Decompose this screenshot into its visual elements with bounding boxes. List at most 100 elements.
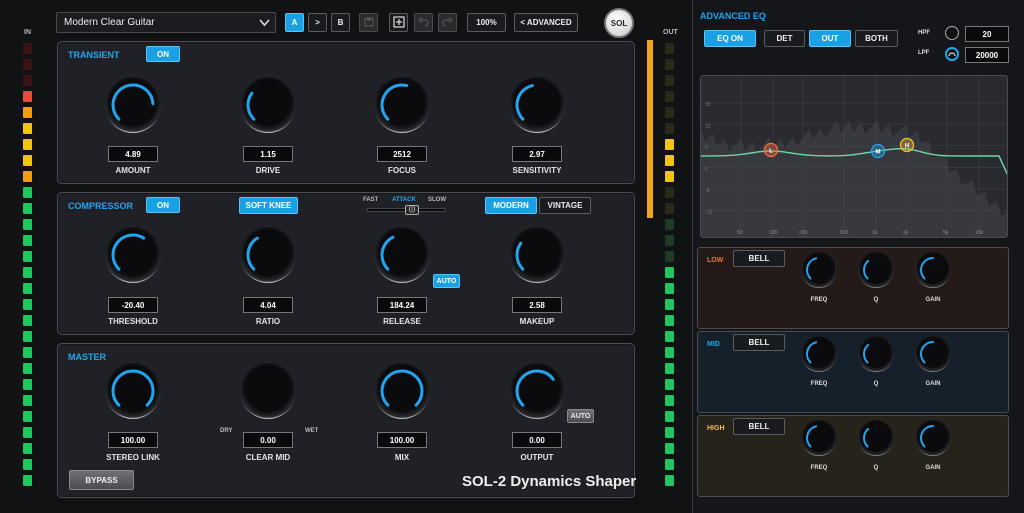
master-knob-stereo-link[interactable] xyxy=(105,363,161,419)
meter-segment xyxy=(23,107,32,118)
master-label-1: CLEAR MID xyxy=(245,453,291,462)
eq-band-type-button-1[interactable]: BELL xyxy=(733,334,785,351)
eq-band-low-knob-1[interactable] xyxy=(858,252,894,288)
eq-both-button[interactable]: BOTH xyxy=(855,30,898,47)
compressor-value-0[interactable]: -20.40 xyxy=(108,297,158,313)
compressor-value-3[interactable]: 2.58 xyxy=(512,297,562,313)
eq-band-low-label-0: FREQ xyxy=(810,297,828,303)
attack-slider-handle[interactable]: (|) xyxy=(405,205,419,215)
eq-band-low-knob-0[interactable] xyxy=(801,252,837,288)
eq-y-tick: 12 xyxy=(705,124,711,130)
transient-value-2[interactable]: 2512 xyxy=(377,146,427,162)
meter-segment xyxy=(23,59,32,70)
master-knob-mix[interactable] xyxy=(374,363,430,419)
transient-knob-focus[interactable] xyxy=(374,77,430,133)
compressor-knob-ratio[interactable] xyxy=(240,227,296,283)
meter-segment xyxy=(23,43,32,54)
meter-segment xyxy=(665,171,674,182)
hpf-value[interactable]: 20 xyxy=(965,26,1009,42)
eq-graph[interactable]: 18 12 6 0 -6 -12 50 100 200 500 1k 2k 5k 10k L M H xyxy=(700,75,1008,238)
transient-knob-amount[interactable] xyxy=(105,77,161,133)
compressor-knob-release[interactable] xyxy=(374,227,430,283)
chevron-down-icon xyxy=(259,18,270,30)
transient-on-button[interactable]: ON xyxy=(146,46,180,62)
vintage-mode-button[interactable]: VINTAGE xyxy=(539,197,591,214)
svg-text:H: H xyxy=(905,143,909,149)
eq-on-button[interactable]: EQ ON xyxy=(704,30,756,47)
preset-b-button[interactable]: B xyxy=(331,13,350,32)
transient-label-3: SENSITIVITY xyxy=(512,166,562,175)
meter-segment xyxy=(23,299,32,310)
soft-knee-button[interactable]: SOFT KNEE xyxy=(239,197,298,214)
meter-segment xyxy=(665,219,674,230)
lpf-toggle-icon[interactable] xyxy=(945,47,959,61)
master-value-3[interactable]: 0.00 xyxy=(512,432,562,448)
eq-band-high-knob-2[interactable] xyxy=(915,420,951,456)
master-title: MASTER xyxy=(68,352,106,362)
bypass-button[interactable]: BYPASS xyxy=(69,470,134,490)
eq-band-high-knob-0[interactable] xyxy=(801,420,837,456)
compressor-value-2[interactable]: 184.24 xyxy=(377,297,427,313)
compressor-value-1[interactable]: 4.04 xyxy=(243,297,293,313)
output-meter-label: OUT xyxy=(663,29,678,36)
eq-band-name-2: HIGH xyxy=(707,425,725,432)
master-value-2[interactable]: 100.00 xyxy=(377,432,427,448)
eq-band-high-knob-1[interactable] xyxy=(858,420,894,456)
wet-label: WET xyxy=(305,428,319,434)
sol-logo-button[interactable]: SOL xyxy=(604,8,634,38)
eq-band-low-label-1: Q xyxy=(873,297,879,303)
compressor-knob-threshold[interactable] xyxy=(105,227,161,283)
eq-node-high[interactable]: H xyxy=(899,137,915,153)
eq-band-mid-label-2: GAIN xyxy=(925,381,941,387)
eq-band-type-button-2[interactable]: BELL xyxy=(733,418,785,435)
master-value-1[interactable]: 0.00 xyxy=(243,432,293,448)
modern-mode-button[interactable]: MODERN xyxy=(485,197,537,214)
copy-ab-button[interactable]: > xyxy=(308,13,327,32)
output-auto-button[interactable]: AUTO xyxy=(567,409,594,423)
eq-band-low-knob-2[interactable] xyxy=(915,252,951,288)
save-button[interactable] xyxy=(359,13,378,32)
transient-value-1[interactable]: 1.15 xyxy=(243,146,293,162)
svg-text:L: L xyxy=(769,148,773,154)
preset-select[interactable]: Modern Clear Guitar xyxy=(56,12,276,33)
eq-band-mid-knob-2[interactable] xyxy=(915,336,951,372)
transient-value-0[interactable]: 4.89 xyxy=(108,146,158,162)
meter-segment xyxy=(665,155,674,166)
eq-band-type-button-0[interactable]: BELL xyxy=(733,250,785,267)
eq-curve-svg: 18 12 6 0 -6 -12 50 100 200 500 1k 2k 5k 10k L M H xyxy=(701,76,1007,237)
hpf-toggle-icon[interactable] xyxy=(945,26,959,40)
redo-button[interactable] xyxy=(438,13,457,32)
advanced-toggle-button[interactable]: < ADVANCED xyxy=(514,13,578,32)
eq-band-mid-knob-0[interactable] xyxy=(801,336,837,372)
compressor-label-3: MAKEUP xyxy=(519,317,555,326)
undo-button[interactable] xyxy=(414,13,433,32)
master-value-0[interactable]: 100.00 xyxy=(108,432,158,448)
meter-segment xyxy=(23,139,32,150)
meter-segment xyxy=(665,75,674,86)
master-knob-output[interactable] xyxy=(509,363,565,419)
meter-segment xyxy=(23,219,32,230)
meter-segment xyxy=(665,475,674,486)
master-knob-clear-mid[interactable] xyxy=(240,363,296,419)
meter-segment xyxy=(23,395,32,406)
compressor-on-button[interactable]: ON xyxy=(146,197,180,213)
meter-segment xyxy=(665,59,674,70)
release-auto-button[interactable]: AUTO xyxy=(433,274,460,288)
eq-band-mid-knob-1[interactable] xyxy=(858,336,894,372)
eq-out-button[interactable]: OUT xyxy=(809,30,851,47)
eq-node-low[interactable]: L xyxy=(763,142,779,158)
preset-a-button[interactable]: A xyxy=(285,13,304,32)
eq-det-button[interactable]: DET xyxy=(764,30,805,47)
eq-node-mid[interactable]: M xyxy=(870,143,886,159)
transient-knob-sensitivity[interactable] xyxy=(509,77,565,133)
meter-segment xyxy=(23,459,32,470)
compare-button[interactable] xyxy=(389,13,408,32)
lpf-value[interactable]: 20000 xyxy=(965,47,1009,63)
meter-segment xyxy=(665,187,674,198)
transient-value-3[interactable]: 2.97 xyxy=(512,146,562,162)
transient-knob-drive[interactable] xyxy=(240,77,296,133)
meter-segment xyxy=(665,299,674,310)
meter-segment xyxy=(23,203,32,214)
compressor-knob-makeup[interactable] xyxy=(509,227,565,283)
zoom-button[interactable]: 100% xyxy=(467,13,506,32)
